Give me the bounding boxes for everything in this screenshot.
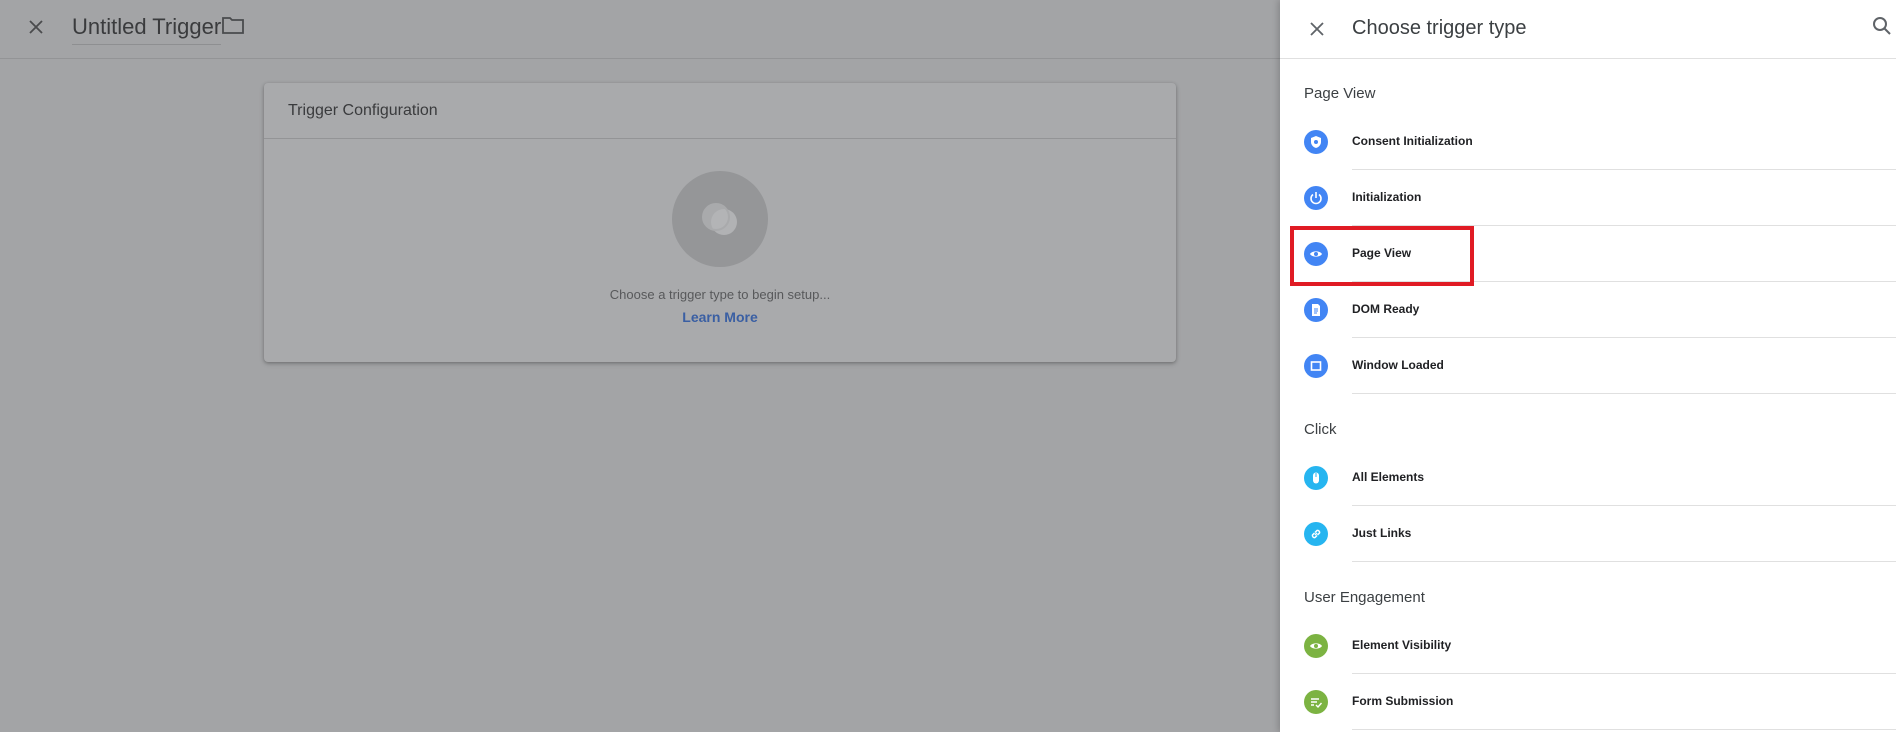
trigger-all-elements[interactable]: All Elements [1280, 450, 1896, 506]
trigger-dom-ready[interactable]: DOM Ready [1280, 282, 1896, 338]
search-button[interactable] [1872, 16, 1896, 40]
trigger-label: Just Links [1352, 526, 1412, 540]
trigger-label: Window Loaded [1352, 358, 1444, 372]
close-icon [29, 20, 43, 34]
trigger-label: Element Visibility [1352, 638, 1452, 652]
trigger-name-input[interactable]: Untitled Trigger [72, 14, 222, 45]
trigger-page-view[interactable]: Page View [1280, 226, 1896, 282]
drawer-title: Choose trigger type [1352, 17, 1527, 39]
editor-topbar: Untitled Trigger [0, 0, 1280, 59]
window-icon [1304, 354, 1328, 378]
eye-icon [1304, 634, 1328, 658]
trigger-label: Initialization [1352, 190, 1422, 204]
document-icon [1304, 298, 1328, 322]
search-icon [1873, 17, 1891, 35]
trigger-element-visibility[interactable]: Element Visibility [1280, 618, 1896, 674]
power-icon [1304, 186, 1328, 210]
mouse-icon [1304, 466, 1328, 490]
trigger-placeholder[interactable] [672, 171, 768, 267]
trigger-label: All Elements [1352, 470, 1425, 484]
section-title-page-view: Page View [1304, 85, 1376, 102]
trigger-label: Page View [1352, 246, 1412, 260]
trigger-consent-initialization[interactable]: Consent Initialization [1280, 114, 1896, 170]
drawer-header: Choose trigger type [1280, 0, 1896, 59]
eye-icon [1304, 242, 1328, 266]
trigger-type-icon [702, 203, 737, 235]
card-title: Trigger Configuration [264, 83, 1176, 139]
shield-icon [1304, 130, 1328, 154]
link-icon [1304, 522, 1328, 546]
trigger-initialization[interactable]: Initialization [1280, 170, 1896, 226]
trigger-just-links[interactable]: Just Links [1280, 506, 1896, 562]
trigger-label: Consent Initialization [1352, 134, 1473, 148]
learn-more-link[interactable]: Learn More [264, 309, 1176, 325]
trigger-window-loaded[interactable]: Window Loaded [1280, 338, 1896, 394]
divider [1352, 393, 1896, 394]
trigger-form-submission[interactable]: Form Submission [1280, 674, 1896, 730]
setup-hint: Choose a trigger type to begin setup... [609, 287, 831, 302]
trigger-type-drawer: Choose trigger type Page View Consent In… [1280, 0, 1896, 732]
trigger-label: Form Submission [1352, 694, 1454, 708]
divider [1352, 561, 1896, 562]
section-title-click: Click [1304, 421, 1337, 438]
folder-button[interactable] [222, 16, 248, 38]
trigger-label: DOM Ready [1352, 302, 1420, 316]
folder-icon [222, 17, 244, 34]
close-icon [1310, 22, 1324, 36]
trigger-configuration-card[interactable]: Trigger Configuration Choose a trigger t… [264, 83, 1176, 362]
close-editor-button[interactable] [24, 15, 48, 39]
section-title-user-engagement: User Engagement [1304, 589, 1425, 606]
form-icon [1304, 690, 1328, 714]
divider [1352, 729, 1896, 730]
close-drawer-button[interactable] [1304, 16, 1330, 42]
